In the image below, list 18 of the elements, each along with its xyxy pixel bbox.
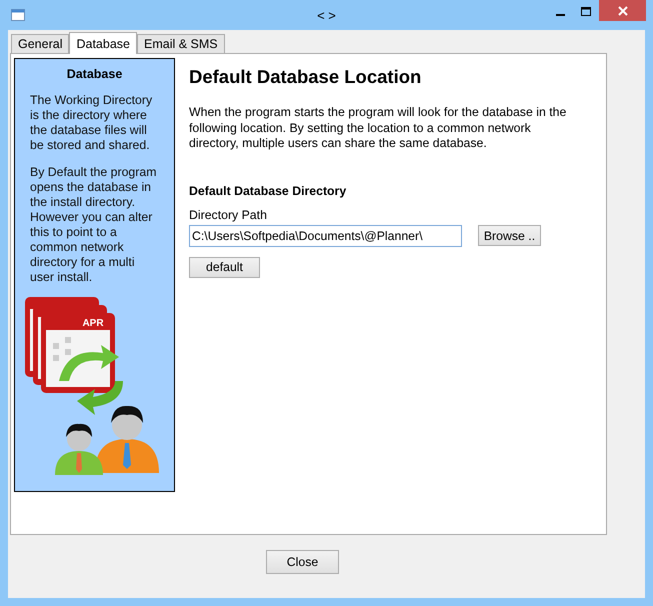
- sidebar-paragraph: By Default the program opens the database in the install directory. However you can alter this to point to a common network directory for a multi user install.: [30, 165, 158, 285]
- sidebar-title: Database: [66, 67, 122, 81]
- browse-button[interactable]: Browse ..: [478, 225, 541, 246]
- sidebar-paragraph: The Working Directory is the directory where the database files will be stored and shared.: [30, 93, 154, 153]
- field-label: Directory Path: [189, 208, 267, 222]
- tab[interactable]: Database: [69, 32, 137, 54]
- directory-path-field[interactable]: C:\Users\Softpedia\Documents\@Planner\: [189, 224, 462, 246]
- tab[interactable]: General: [11, 34, 70, 53]
- close-button[interactable]: Close: [266, 550, 339, 574]
- window-title: < >: [317, 8, 336, 23]
- subsection-title: Default Database Directory: [189, 184, 346, 198]
- section-heading: Default Database Location: [189, 66, 422, 88]
- description-text: When the program starts the program will look for the database in the following location. By setting the location to a common network directory, multiple users can share the same database.: [189, 105, 568, 152]
- window-icon: [11, 9, 25, 21]
- default-button[interactable]: default: [189, 256, 260, 278]
- calendar-label: APR: [82, 318, 104, 329]
- close-icon[interactable]: [599, 0, 646, 21]
- tab[interactable]: Email & SMS: [137, 34, 225, 53]
